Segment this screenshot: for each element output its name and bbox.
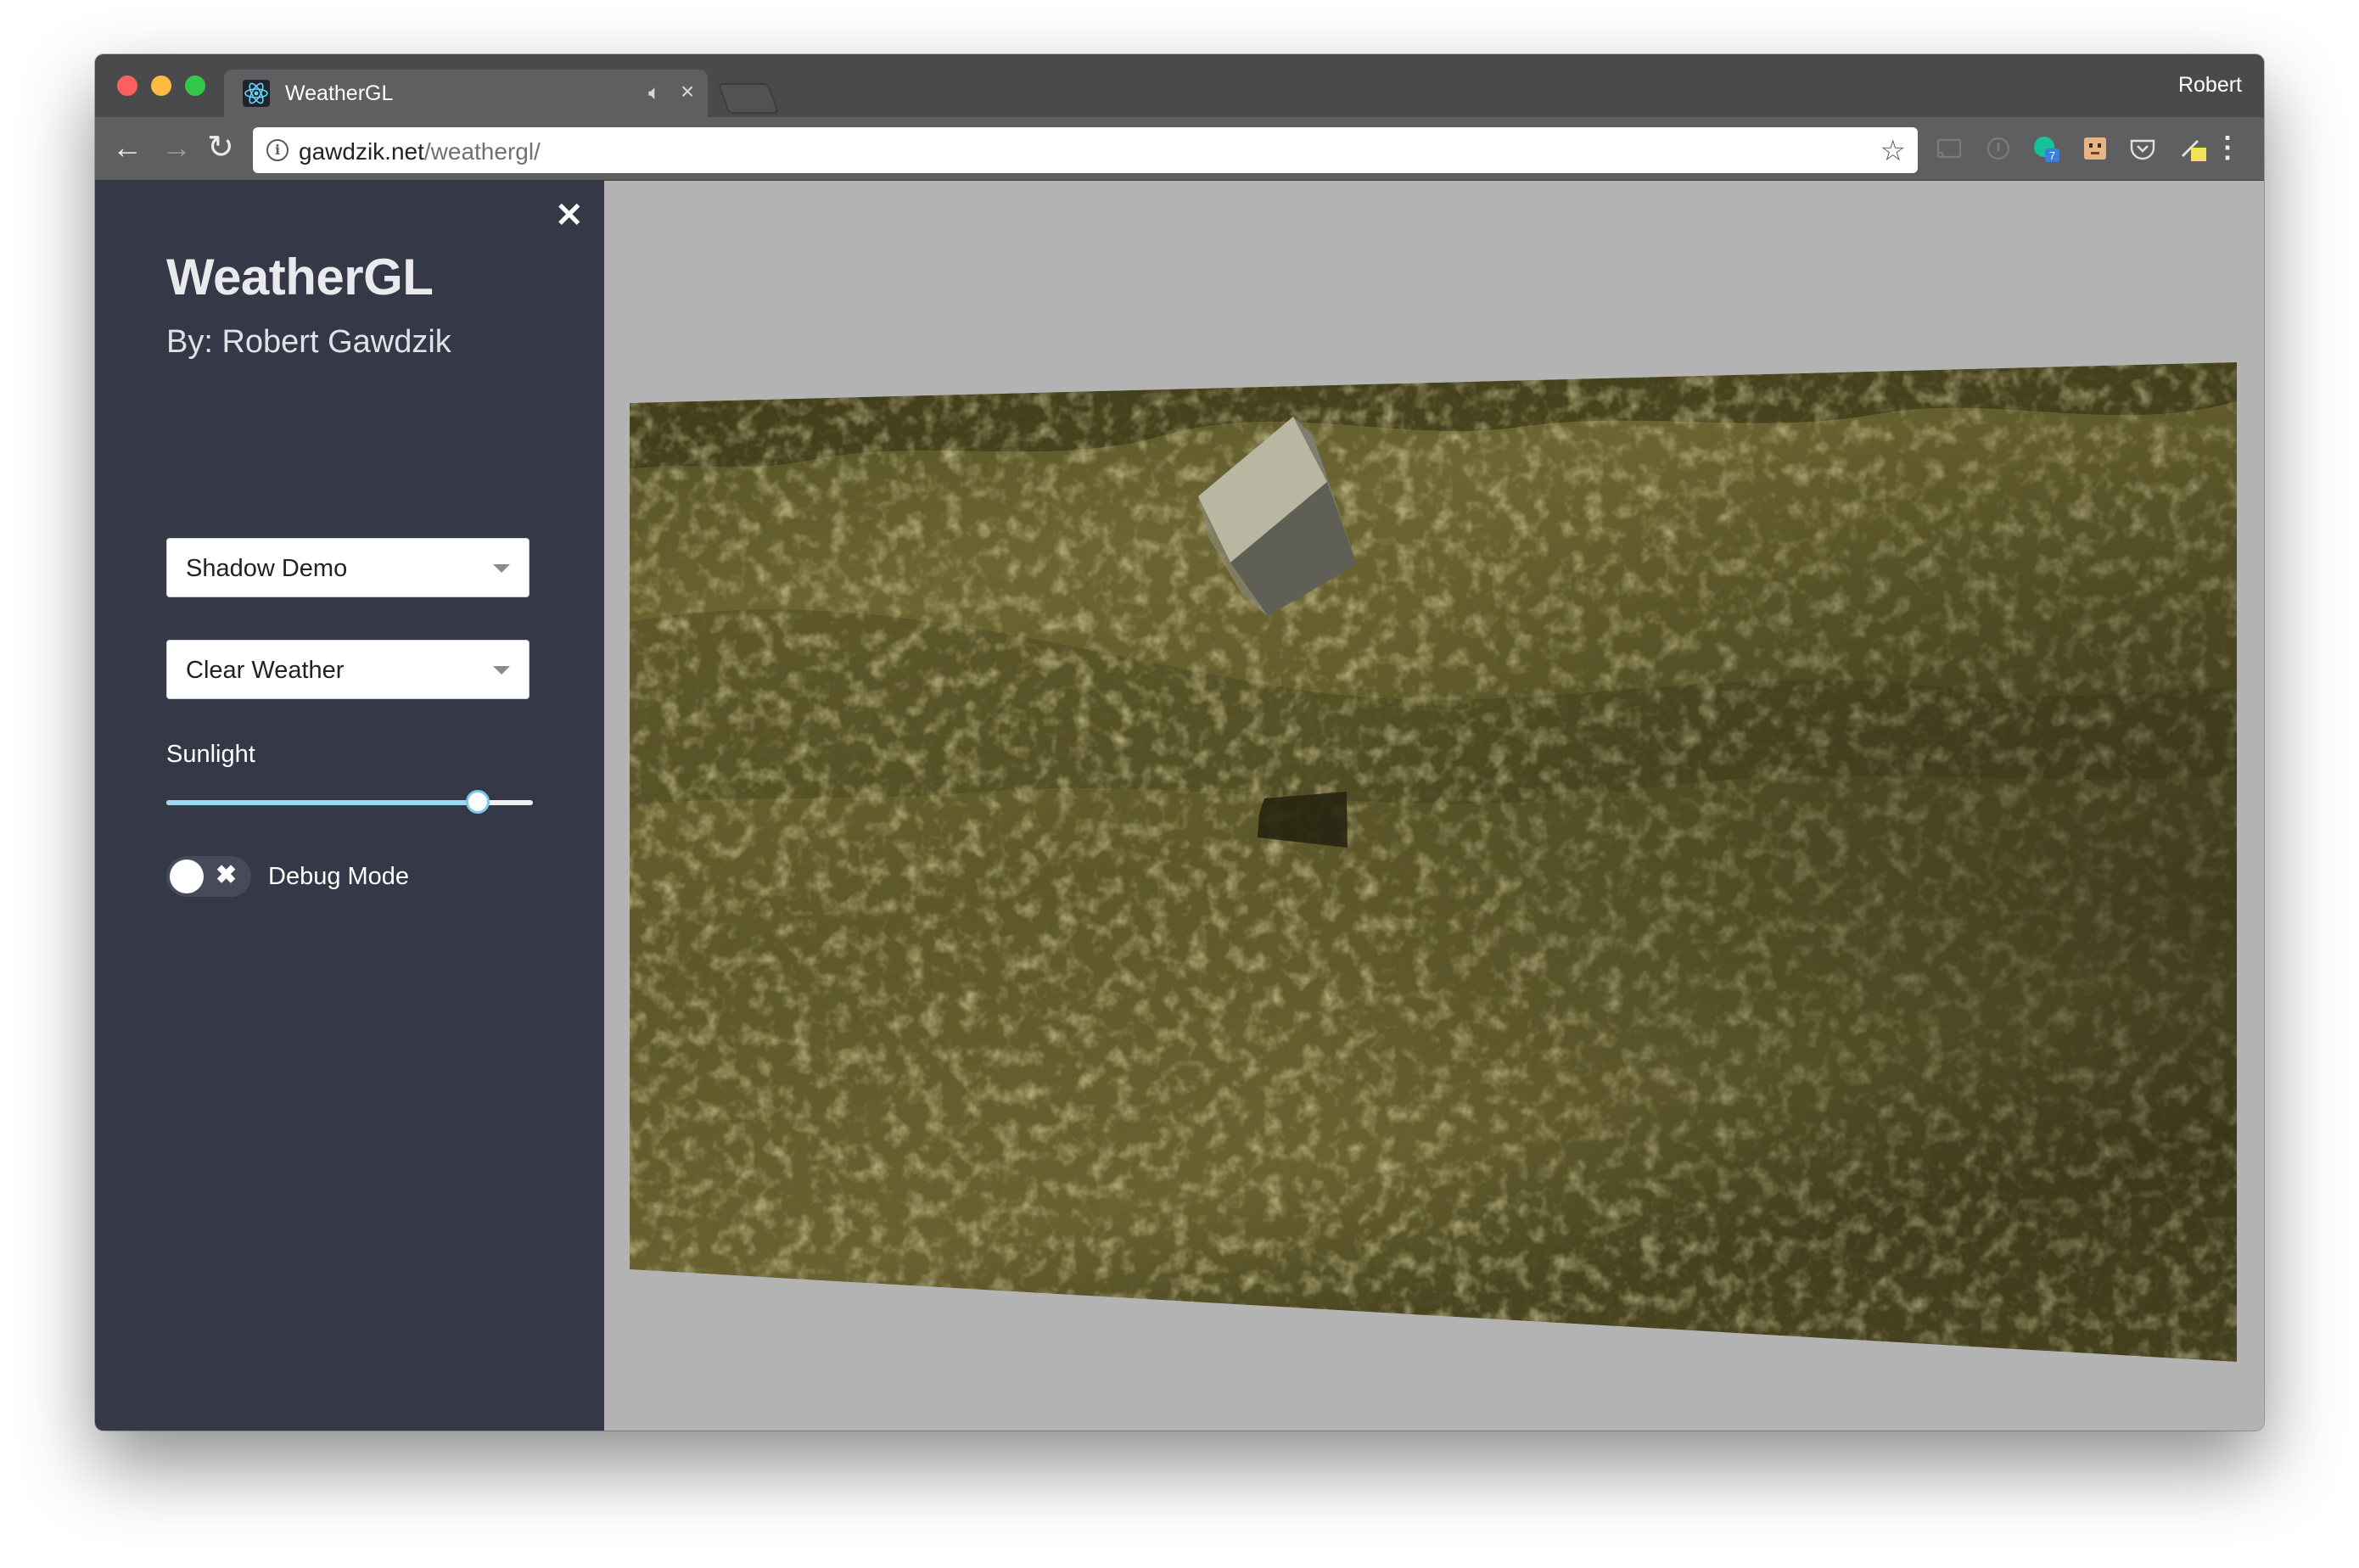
reload-icon[interactable]: ↻	[207, 129, 234, 166]
url-text[interactable]: gawdzik.net/weathergl/	[299, 138, 541, 165]
close-icon[interactable]: ✕	[555, 196, 584, 235]
tab-title: WeatherGL	[285, 81, 394, 105]
title-bar: WeatherGL 🔈︎ × Robert	[95, 54, 2264, 117]
minimize-window-button[interactable]	[151, 76, 171, 96]
grammarly-icon[interactable]: 7	[2031, 134, 2060, 163]
cast-icon[interactable]	[1935, 134, 1964, 163]
terrain-plane	[630, 362, 2237, 1362]
extension-badge: 7	[2049, 149, 2055, 162]
notes-icon[interactable]	[2179, 134, 2208, 163]
address-bar[interactable]: i gawdzik.net/weathergl/ ☆	[253, 127, 1918, 173]
zoom-window-button[interactable]	[185, 76, 205, 96]
close-icon: ✖	[216, 861, 238, 889]
face-icon[interactable]	[2081, 134, 2110, 163]
url-path: /weathergl/	[423, 138, 541, 165]
toggle-knob	[170, 860, 204, 893]
app-author: By: Robert Gawdzik	[166, 324, 451, 360]
terrain-scene	[630, 362, 2237, 1362]
sidebar: ✕ WeatherGL By: Robert Gawdzik Shadow De…	[95, 181, 604, 1431]
webgl-canvas[interactable]	[604, 181, 2264, 1431]
sunlight-slider-thumb[interactable]	[466, 790, 490, 814]
new-tab-button[interactable]	[717, 83, 780, 114]
chevron-down-icon	[493, 564, 510, 573]
browser-toolbar: ← → ↻ i gawdzik.net/weathergl/ ☆ 7 ⋮	[95, 117, 2264, 181]
sunlight-slider[interactable]	[166, 790, 533, 814]
forward-arrow-icon[interactable]: →	[161, 129, 192, 166]
info-icon[interactable]: i	[266, 139, 289, 161]
react-icon	[243, 80, 270, 107]
close-window-button[interactable]	[117, 76, 137, 96]
extension-icon[interactable]	[1984, 134, 2013, 163]
demo-select-value: Shadow Demo	[186, 555, 348, 582]
weather-select[interactable]: Clear Weather	[166, 640, 530, 699]
chevron-down-icon	[493, 666, 510, 675]
back-arrow-icon[interactable]: ←	[112, 129, 143, 166]
app-title: WeatherGL	[166, 249, 434, 305]
debug-toggle[interactable]: ✖	[166, 856, 251, 897]
debug-mode-label: Debug Mode	[268, 863, 410, 890]
pocket-icon[interactable]	[2128, 134, 2157, 163]
browser-tab[interactable]: WeatherGL 🔈︎ ×	[224, 70, 708, 117]
menu-dots-icon[interactable]: ⋮	[2213, 131, 2242, 165]
weather-select-value: Clear Weather	[186, 657, 345, 684]
demo-select[interactable]: Shadow Demo	[166, 538, 530, 597]
audio-icon[interactable]: 🔈︎	[648, 81, 660, 105]
profile-name[interactable]: Robert	[2178, 73, 2242, 98]
sunlight-label: Sunlight	[166, 741, 255, 768]
close-icon[interactable]: ×	[681, 78, 694, 105]
star-icon[interactable]: ☆	[1880, 134, 1906, 168]
sunlight-slider-fill	[166, 800, 479, 805]
browser-window: WeatherGL 🔈︎ × Robert ← → ↻ i gawdzik.ne…	[95, 54, 2264, 1431]
url-host: gawdzik.net	[299, 138, 424, 165]
